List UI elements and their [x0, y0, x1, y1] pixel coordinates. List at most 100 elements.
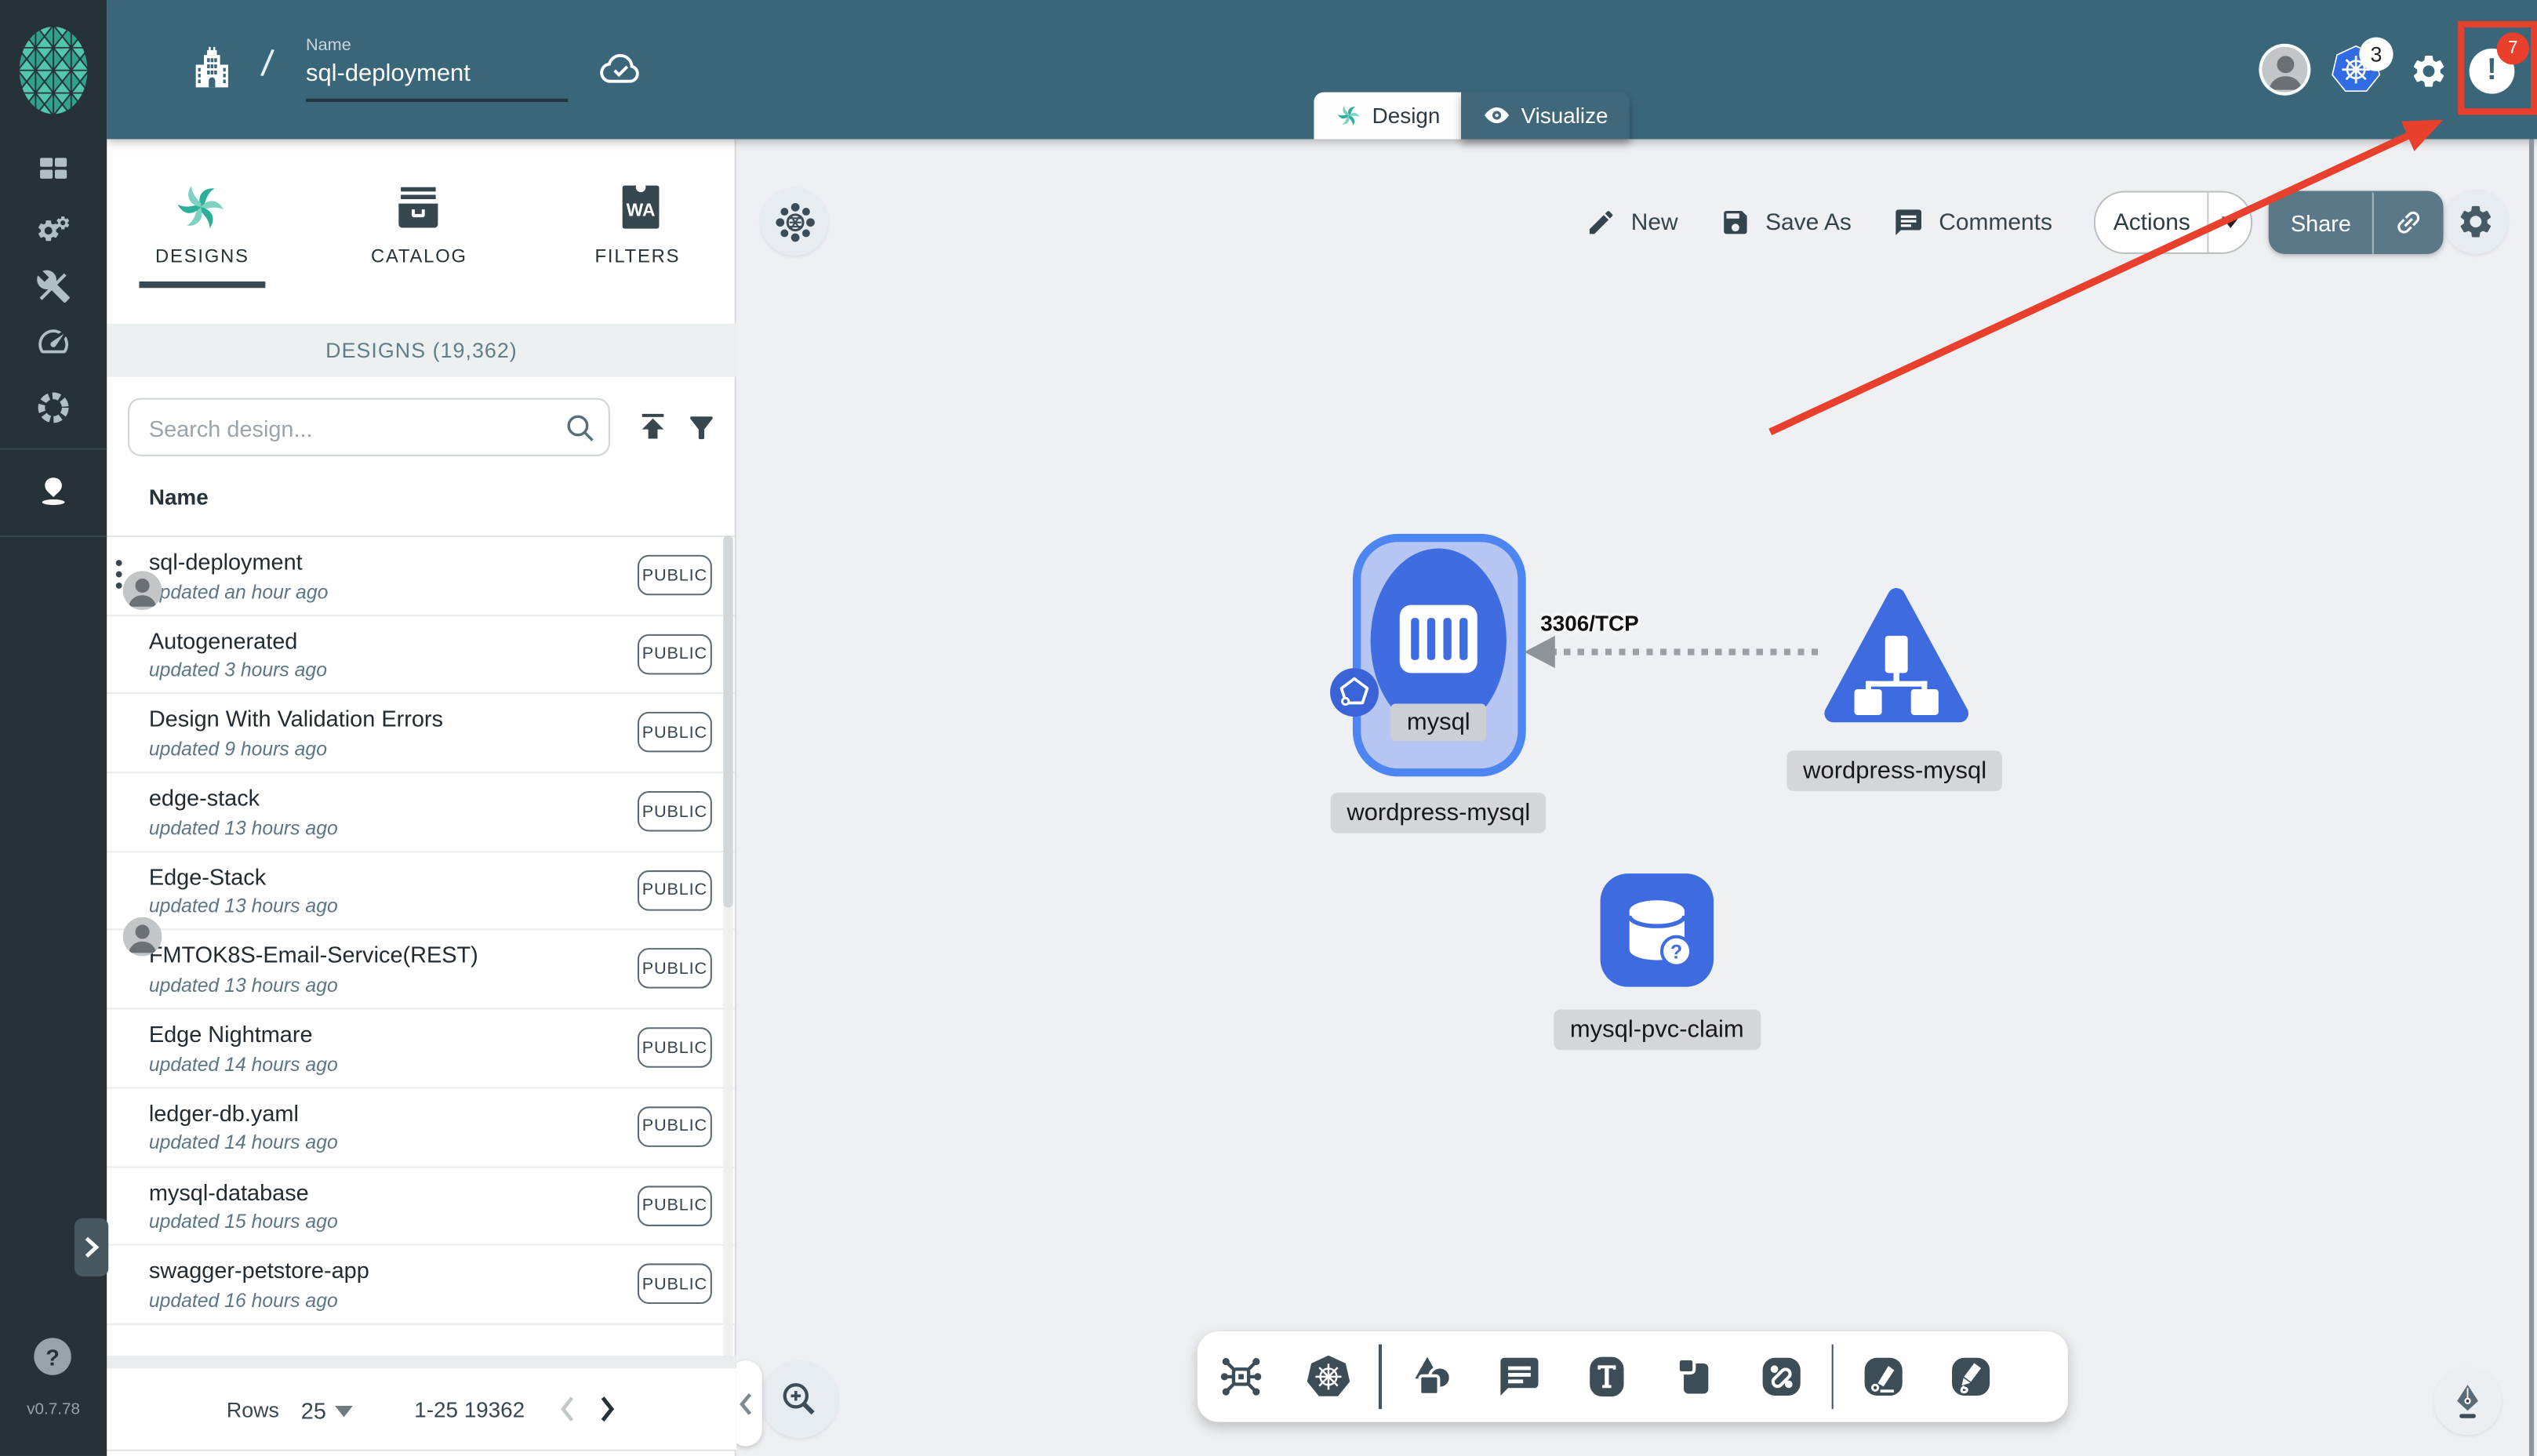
filters-tab-icon: WA [622, 182, 660, 229]
sidebar-item-configuration[interactable] [35, 269, 71, 304]
rows-per-page-select[interactable]: 25 [301, 1398, 326, 1424]
design-updated: updated 13 hours ago [148, 895, 338, 918]
gear-icon [2456, 202, 2495, 241]
actions-button[interactable]: Actions [2094, 191, 2253, 254]
share-button[interactable]: Share [2269, 191, 2444, 254]
copy-link-icon[interactable] [2393, 207, 2424, 238]
pagination-bar: Rows 25 1-25 19362 [107, 1368, 736, 1451]
sidebar-item-dashboard[interactable] [35, 151, 71, 186]
pen-nib-icon [2457, 1385, 2478, 1418]
node-service[interactable] [1822, 583, 1971, 735]
canvas-settings-button[interactable] [2443, 189, 2509, 254]
mesh-icon [775, 202, 814, 241]
container-label: mysql [1390, 703, 1487, 741]
design-spiral-icon [1335, 102, 1362, 129]
sidebar-item-kanvas[interactable] [35, 474, 71, 510]
design-list-item[interactable]: Design With Validation Errors updated 9 … [107, 694, 735, 774]
deployment-node-label: wordpress-mysql [1330, 793, 1547, 833]
search-icon[interactable] [563, 411, 598, 446]
text-tool-icon[interactable] [1583, 1354, 1629, 1400]
design-updated: updated 3 hours ago [148, 659, 327, 682]
settings-icon[interactable] [2409, 52, 2448, 91]
edge-port-label[interactable]: 3306/TCP [1540, 612, 1638, 636]
design-canvas[interactable] [736, 139, 2537, 1456]
import-design-icon[interactable] [634, 408, 671, 445]
design-list-item[interactable]: ledger-db.yaml updated 14 hours ago PUBL… [107, 1088, 735, 1167]
design-list-item[interactable]: sql-deployment updated an hour ago PUBLI… [107, 537, 735, 616]
design-name: Design With Validation Errors [148, 706, 443, 732]
canvas-mesh-style-button[interactable] [760, 187, 829, 256]
tab-filters[interactable]: FILTERS [565, 248, 711, 274]
zoom-in-button[interactable] [760, 1360, 838, 1439]
sidebar-item-extensions[interactable] [35, 390, 71, 425]
meshery-logo[interactable] [18, 24, 89, 117]
save-as-button[interactable]: Save As [1720, 207, 1852, 238]
tab-designs[interactable]: DESIGNS [137, 248, 267, 274]
sketch-tool-icon[interactable] [1948, 1354, 1994, 1400]
node-pvc[interactable]: ? [1599, 872, 1716, 989]
sidebar-item-performance[interactable] [35, 324, 71, 359]
design-list-item[interactable]: FMTOK8S-Email-Service(REST) updated 13 h… [107, 931, 735, 1010]
design-visibility-badge: PUBLIC [637, 870, 712, 911]
kubernetes-tool-icon[interactable] [1306, 1354, 1351, 1400]
note-tool-icon[interactable] [1670, 1354, 1716, 1400]
link-tool-icon[interactable] [1758, 1354, 1804, 1400]
catalog-tab-icon [398, 187, 438, 228]
wa-icon-text: WA [627, 200, 656, 220]
design-list-item[interactable]: Edge Nightmare updated 14 hours ago PUBL… [107, 1009, 735, 1089]
design-updated: updated 14 hours ago [148, 1131, 338, 1154]
design-list-item[interactable]: Edge-Stack updated 13 hours ago PUBLIC [107, 851, 735, 956]
notification-glyph: ! [2486, 53, 2497, 88]
pen-tool-icon[interactable] [1861, 1354, 1906, 1400]
user-avatar[interactable] [2259, 43, 2311, 96]
components-tool-icon[interactable] [1219, 1354, 1264, 1400]
design-visibility-badge: PUBLIC [637, 1263, 712, 1305]
service-node-label: wordpress-mysql [1786, 750, 2003, 791]
tab-catalog[interactable]: CATALOG [347, 248, 492, 274]
pencil-icon [1589, 210, 1613, 234]
comments-button[interactable]: Comments [1894, 207, 2052, 238]
canvas-dock [1197, 1331, 2068, 1422]
row-menu-icon[interactable] [114, 558, 122, 590]
search-input[interactable] [145, 401, 541, 456]
new-button[interactable]: New [1586, 207, 1678, 238]
chevron-left-icon [740, 1392, 752, 1414]
design-name: sql-deployment [148, 548, 303, 575]
edge-line[interactable] [1550, 648, 1826, 655]
comment-tool-icon[interactable] [1496, 1354, 1542, 1400]
save-as-label: Save As [1765, 209, 1852, 236]
design-updated: updated 13 hours ago [148, 816, 338, 839]
tab-visualize[interactable]: Visualize [1461, 92, 1630, 140]
rows-per-page-caret-icon[interactable] [335, 1406, 353, 1418]
app-header: / Name sql-deployment Design Visualize 3… [107, 0, 2537, 140]
deployment-badge-icon[interactable] [1328, 666, 1380, 718]
design-name-label: Name [305, 35, 351, 56]
column-header-name: Name [148, 485, 209, 510]
dock-divider [1830, 1344, 1834, 1410]
tab-design-label: Design [1372, 103, 1441, 129]
design-name: mysql-database [148, 1178, 309, 1205]
design-list-item[interactable]: mysql-database updated 15 hours ago PUBL… [107, 1167, 735, 1247]
design-name: edge-stack [148, 784, 260, 811]
design-list-item[interactable]: edge-stack updated 13 hours ago PUBLIC [107, 773, 735, 852]
rail-expand-button[interactable] [74, 1218, 109, 1276]
tab-design[interactable]: Design [1314, 92, 1462, 140]
sidebar-item-lifecycle[interactable] [35, 212, 71, 247]
design-list-item[interactable]: Autogenerated updated 3 hours ago PUBLIC [107, 615, 735, 695]
canvas-toolbar: New Save As Comments Actions Share [1586, 191, 2444, 254]
window-scrollbar[interactable] [2528, 139, 2534, 1456]
organization-icon[interactable] [191, 45, 233, 94]
filter-icon[interactable] [685, 411, 718, 445]
design-visibility-badge: PUBLIC [637, 634, 712, 674]
design-name-field[interactable]: sql-deployment [306, 60, 471, 87]
list-scrollbar-thumb[interactable] [723, 535, 733, 908]
freestyle-pen-button[interactable] [2433, 1367, 2502, 1436]
design-updated: updated 15 hours ago [148, 1210, 338, 1233]
shapes-tool-icon[interactable] [1408, 1354, 1454, 1400]
pvc-node-label: mysql-pvc-claim [1554, 1009, 1761, 1051]
next-page-icon[interactable] [595, 1393, 618, 1425]
design-list-item[interactable]: swagger-petstore-app updated 16 hours ag… [107, 1246, 735, 1325]
prev-page-icon[interactable] [557, 1393, 580, 1425]
actions-caret-icon[interactable] [2221, 216, 2240, 228]
help-button[interactable]: ? [34, 1338, 71, 1375]
